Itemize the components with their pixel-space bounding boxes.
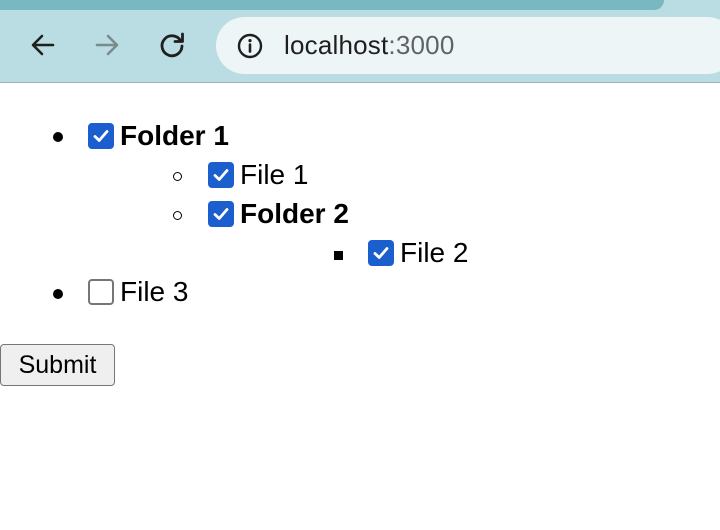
folder-1-checkbox[interactable] xyxy=(88,123,114,149)
list-bullet xyxy=(334,251,343,260)
back-arrow-icon xyxy=(31,34,55,56)
reload-button[interactable] xyxy=(155,28,189,62)
forward-arrow-icon xyxy=(95,34,119,56)
tree-item-folder-2: Folder 2 xyxy=(208,197,349,231)
folder-2-checkbox[interactable] xyxy=(208,201,234,227)
tree-item-file-3: File 3 xyxy=(88,275,188,309)
file-1-label: File 1 xyxy=(240,159,309,190)
page-content: Folder 1 File 1 Folder 2 File 2 File 3 xyxy=(0,83,720,307)
checkmark-icon xyxy=(93,130,109,142)
address-bar[interactable]: localhost:3000 xyxy=(216,17,720,74)
file-2-checkbox[interactable] xyxy=(368,240,394,266)
back-button[interactable] xyxy=(26,28,60,62)
checkmark-icon xyxy=(373,247,389,259)
checkmark-icon xyxy=(213,208,229,220)
url-port: :3000 xyxy=(388,30,455,60)
forward-button[interactable] xyxy=(90,28,124,62)
list-bullet xyxy=(53,289,63,299)
file-3-checkbox[interactable] xyxy=(88,279,114,305)
list-bullet xyxy=(173,172,182,181)
url-host: localhost xyxy=(284,30,389,60)
reload-icon xyxy=(160,32,184,58)
list-bullet xyxy=(173,211,182,220)
tab-strip xyxy=(0,0,664,10)
file-1-checkbox[interactable] xyxy=(208,162,234,188)
submit-button[interactable]: Submit xyxy=(0,344,115,386)
checkmark-icon xyxy=(213,169,229,181)
tree-item-file-1: File 1 xyxy=(208,158,308,192)
info-icon[interactable] xyxy=(236,32,264,60)
browser-toolbar: localhost:3000 xyxy=(0,0,720,83)
list-bullet xyxy=(53,132,63,142)
file-2-label: File 2 xyxy=(400,237,469,268)
folder-1-label: Folder 1 xyxy=(120,120,229,151)
tree-item-file-2: File 2 xyxy=(368,236,468,270)
url-text[interactable]: localhost:3000 xyxy=(284,30,455,61)
tree-item-folder-1: Folder 1 xyxy=(88,119,229,153)
file-3-label: File 3 xyxy=(120,276,189,307)
folder-2-label: Folder 2 xyxy=(240,198,349,229)
